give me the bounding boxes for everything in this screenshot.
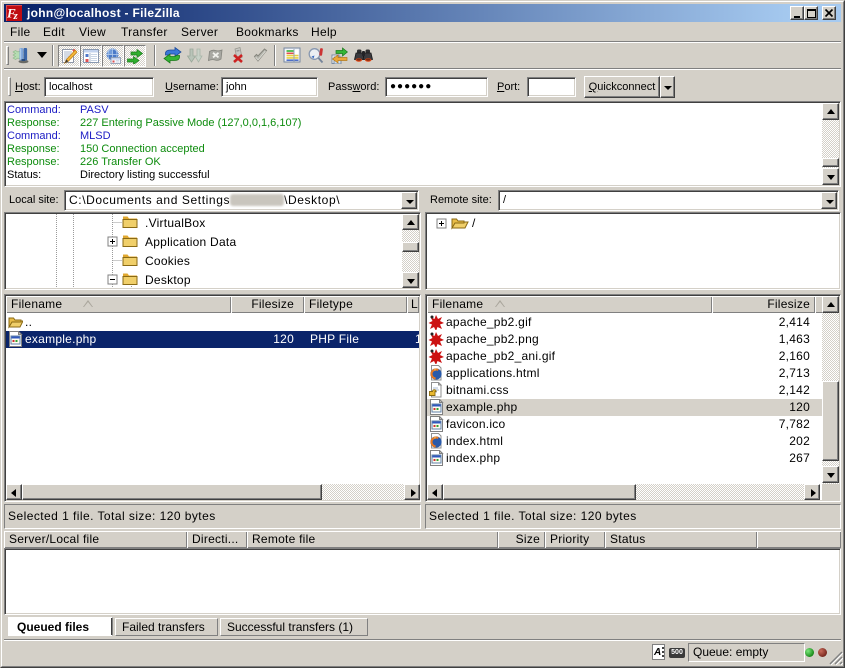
svg-text:z: z xyxy=(13,10,19,21)
